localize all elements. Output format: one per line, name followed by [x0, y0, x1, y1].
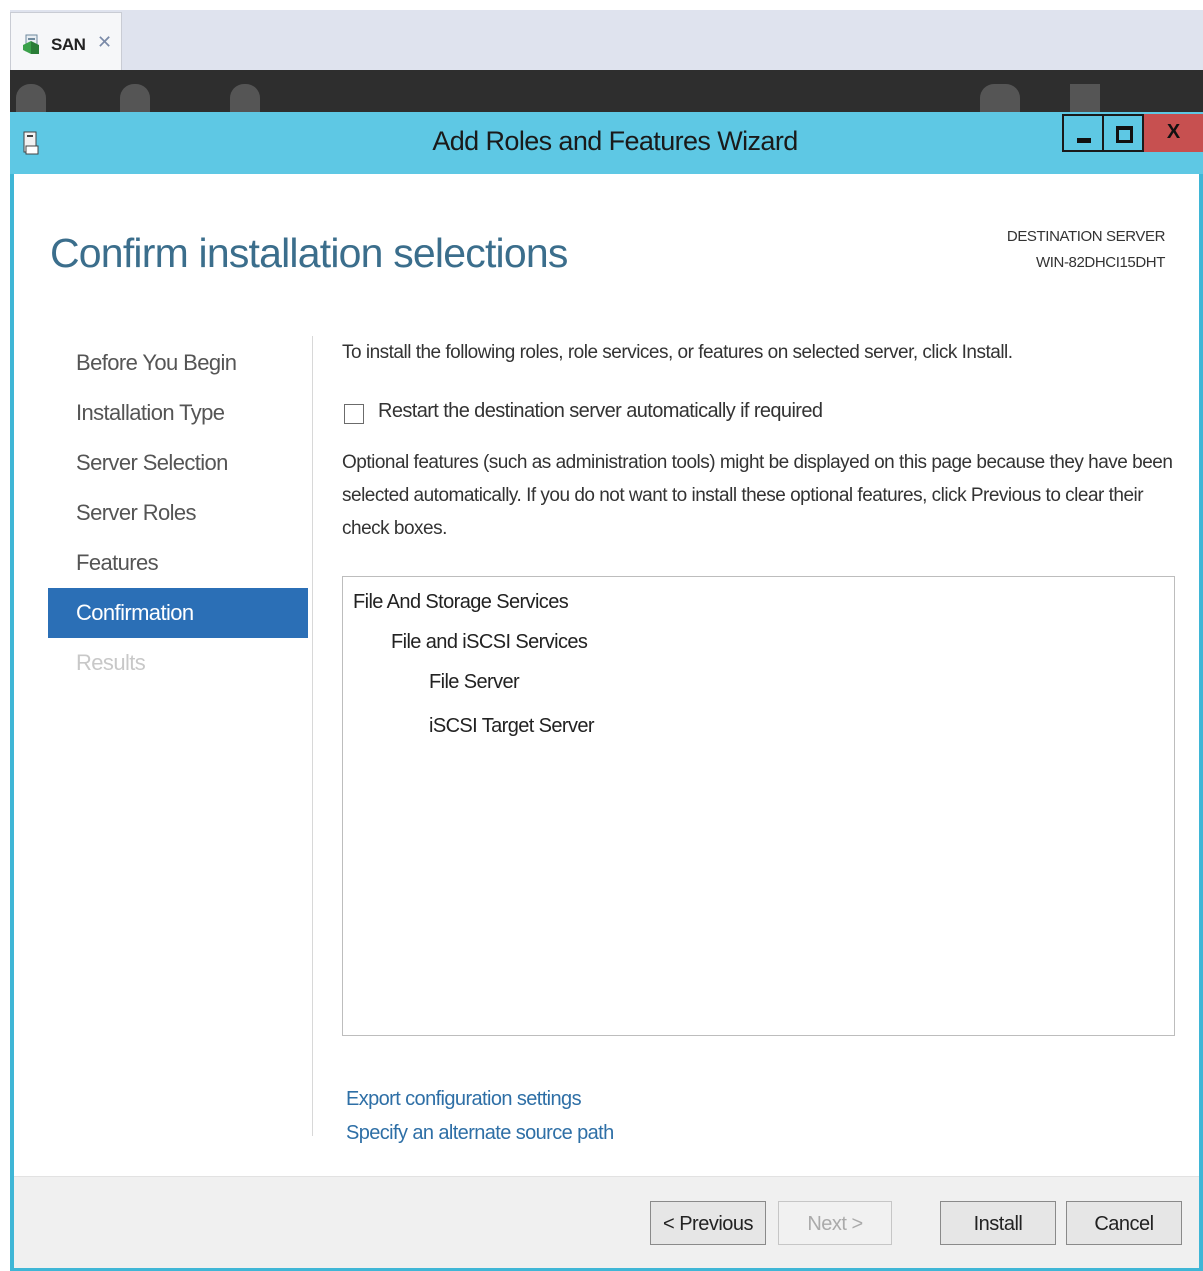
page-title: Confirm installation selections	[50, 230, 568, 276]
background-app-icon	[16, 84, 46, 114]
selection-item: File and iSCSI Services	[391, 631, 588, 653]
previous-button[interactable]: < Previous	[650, 1201, 766, 1245]
nav-item-confirmation[interactable]: Confirmation	[48, 588, 308, 638]
tab-close-icon[interactable]: ✕	[97, 32, 112, 53]
background-app-fragment	[120, 84, 150, 114]
cancel-button[interactable]: Cancel	[1066, 1201, 1182, 1245]
restart-checkbox-label[interactable]: Restart the destination server automatic…	[378, 400, 823, 423]
background-flag-icon	[1070, 84, 1100, 114]
maximize-button[interactable]	[1104, 114, 1144, 152]
export-configuration-link[interactable]: Export configuration settings	[346, 1088, 582, 1111]
nav-item-before-you-begin[interactable]: Before You Begin	[48, 338, 308, 388]
title-bar: Add Roles and Features Wizard X	[10, 112, 1203, 174]
selection-item: File Server	[429, 671, 520, 693]
alternate-source-path-link[interactable]: Specify an alternate source path	[346, 1122, 614, 1145]
nav-item-installation-type[interactable]: Installation Type	[48, 388, 308, 438]
browser-tab-san[interactable]: SAN ✕	[10, 12, 122, 70]
close-button[interactable]: X	[1144, 114, 1203, 152]
wizard-footer: < Previous Next > Install Cancel	[14, 1176, 1199, 1268]
wizard-nav: Before You Begin Installation Type Serve…	[48, 338, 308, 688]
background-app-bar	[10, 70, 1203, 114]
install-button[interactable]: Install	[940, 1201, 1056, 1245]
selection-item: iSCSI Target Server	[429, 715, 595, 737]
destination-server-name: WIN-82DHCI15DHT	[1035, 254, 1165, 271]
optional-features-note: Optional features (such as administratio…	[342, 452, 1173, 539]
nav-item-server-selection[interactable]: Server Selection	[48, 438, 308, 488]
nav-item-server-roles[interactable]: Server Roles	[48, 488, 308, 538]
tab-strip: SAN ✕	[10, 10, 1203, 70]
server-manager-icon	[23, 33, 43, 55]
minimize-button[interactable]	[1062, 114, 1104, 152]
wizard-window: Add Roles and Features Wizard X Confirm …	[10, 112, 1203, 1271]
nav-divider	[312, 336, 313, 1136]
next-button: Next >	[778, 1201, 892, 1245]
nav-item-results: Results	[76, 650, 146, 675]
nav-item-features[interactable]: Features	[48, 538, 308, 588]
selections-list: File And Storage Services File and iSCSI…	[342, 576, 1175, 1036]
window-title: Add Roles and Features Wizard	[432, 126, 798, 156]
selection-item: File And Storage Services	[353, 591, 569, 613]
install-instruction: To install the following roles, role ser…	[342, 342, 1013, 363]
destination-server-label: DESTINATION SERVER	[1006, 228, 1166, 245]
background-app-fragment	[230, 84, 260, 114]
background-app-fragment	[980, 84, 1020, 114]
restart-checkbox[interactable]	[344, 404, 364, 424]
tab-label: SAN	[51, 35, 86, 54]
